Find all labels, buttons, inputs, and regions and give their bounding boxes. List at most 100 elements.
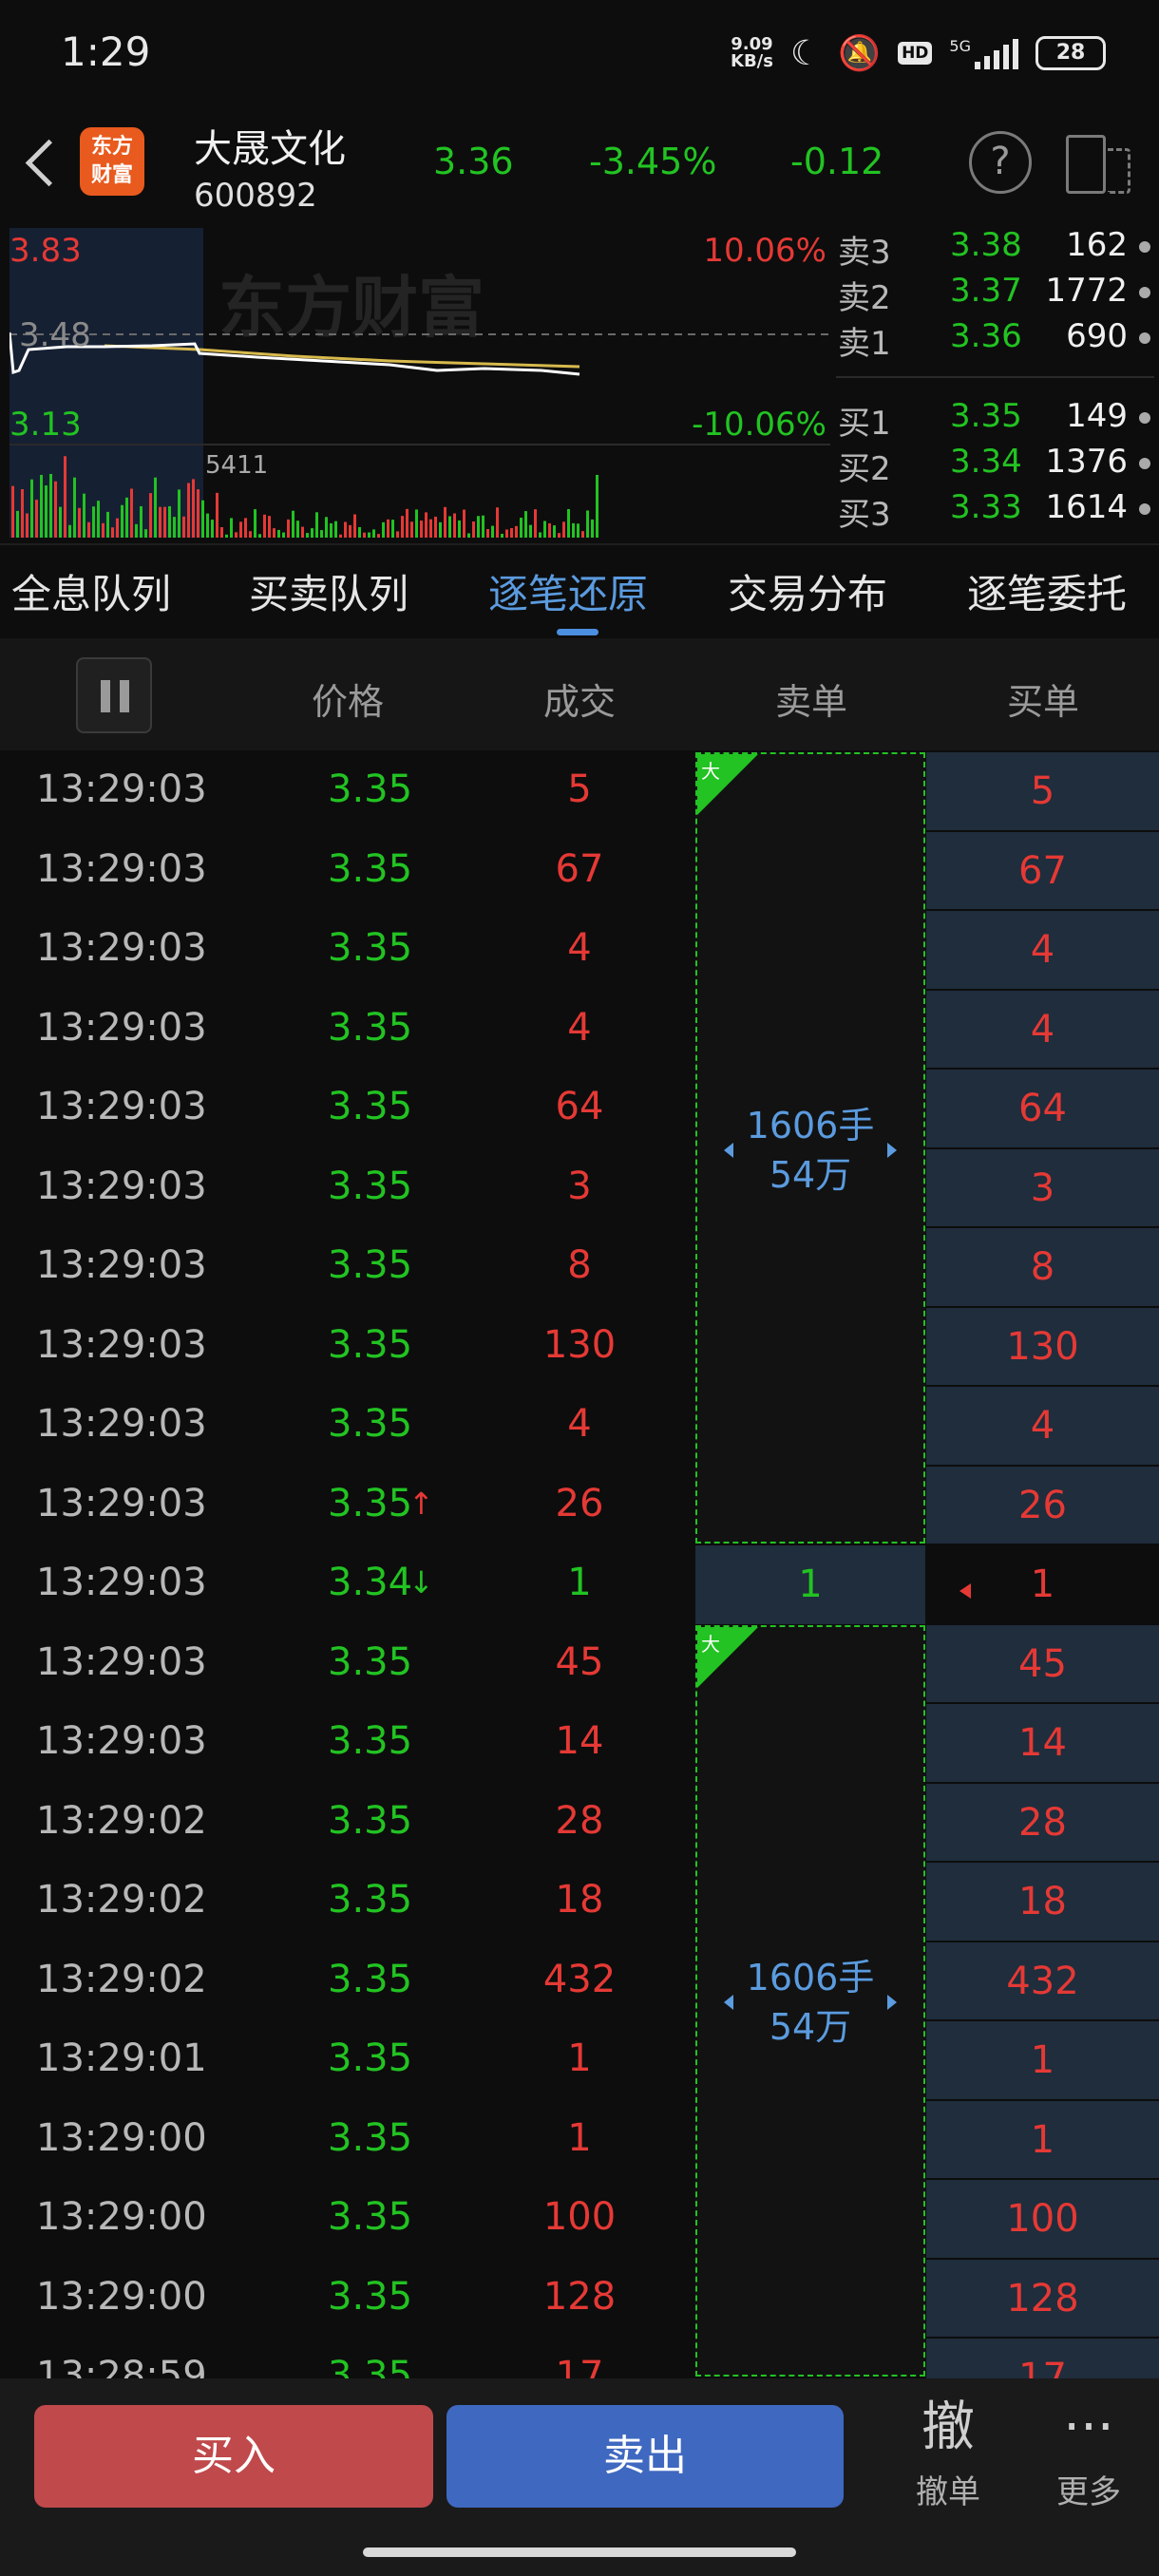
help-icon[interactable]: ?: [969, 131, 1032, 194]
buy-order-cell[interactable]: 4: [926, 1387, 1159, 1467]
sell-button[interactable]: 卖出: [446, 2405, 844, 2508]
volume-bar: [140, 505, 142, 538]
volume-bar: [434, 516, 437, 538]
volume-bar: [534, 509, 537, 538]
layout-switch-icon[interactable]: [1066, 131, 1132, 199]
buy-order-cell[interactable]: 100: [926, 2180, 1159, 2260]
volume-bar: [368, 532, 370, 538]
volume-bar: [472, 521, 475, 538]
trade-time: 13:29:03: [36, 846, 207, 891]
buy-order-cell[interactable]: 5: [926, 752, 1159, 832]
volume-bar: [263, 514, 266, 538]
buy-order-cell[interactable]: 1: [926, 2100, 1159, 2180]
volume-bar: [524, 511, 527, 538]
ask-row-2[interactable]: 卖2 3.37 1772: [836, 272, 1154, 317]
volume-bar: [287, 519, 290, 538]
arrow-right-icon[interactable]: [887, 1995, 897, 2011]
buy-order-cell[interactable]: 45: [926, 1624, 1159, 1704]
dot-icon: [1139, 503, 1150, 515]
arrow-left-icon[interactable]: [724, 1142, 733, 1158]
buy-order-cell[interactable]: 1: [926, 2021, 1159, 2101]
volume-bar: [567, 508, 570, 538]
trade-row: 13:29:03 3.35 130 130: [0, 1307, 1159, 1387]
trade-price: 3.35: [328, 1639, 413, 1684]
buy-order-cell[interactable]: 130: [926, 1307, 1159, 1387]
volume-bar: [520, 518, 522, 538]
volume-bar: [596, 475, 598, 538]
volume-bar: [458, 520, 461, 538]
trade-time: 13:29:03: [36, 1322, 207, 1367]
volume-bar: [491, 525, 494, 538]
trade-price: 3.35: [328, 1164, 413, 1208]
buy-button[interactable]: 买入: [34, 2405, 433, 2508]
tab-jiaoyi-fenbu[interactable]: 交易分布: [728, 562, 887, 620]
trade-time: 13:29:01: [36, 2036, 207, 2080]
tab-zhubi-weituo[interactable]: 逐笔委托: [967, 562, 1127, 620]
volume-bar: [396, 531, 399, 538]
ask-row-3[interactable]: 卖3 3.38 162: [836, 226, 1154, 272]
tab-maimai[interactable]: 买卖队列: [249, 562, 408, 620]
buy-order-cell[interactable]: 17: [926, 2339, 1159, 2378]
volume-bar: [87, 521, 90, 538]
tab-quanxi[interactable]: 全息队列: [11, 562, 171, 620]
buy-order-cell[interactable]: 4: [926, 911, 1159, 991]
trade-row: 13:29:00 3.35 1 1: [0, 2100, 1159, 2180]
pause-icon[interactable]: [76, 657, 152, 733]
buy-order-cell[interactable]: 67: [926, 831, 1159, 911]
buy-order-cell[interactable]: 4: [926, 990, 1159, 1070]
volume-bar: [154, 477, 157, 538]
home-indicator[interactable]: [363, 2548, 796, 2557]
trade-volume: 4: [567, 926, 592, 970]
dot-icon: [1139, 241, 1150, 253]
trade-list[interactable]: 13:29:03 3.35 5 5 13:29:03 3.35 67 67 13:29:03 3.…: [0, 752, 1159, 2378]
buy-order-cell[interactable]: 64: [926, 1070, 1159, 1149]
buy-order-cell[interactable]: 3: [926, 1148, 1159, 1228]
trade-row: 13:29:02 3.35 18 18: [0, 1863, 1159, 1942]
trade-volume: 1: [567, 2036, 592, 2080]
volume-bar: [277, 529, 280, 538]
tab-zhubi-huanyuan[interactable]: 逐笔还原: [488, 562, 648, 620]
trade-row: 13:29:03 3.35 4 4: [0, 1387, 1159, 1467]
volume-bar: [187, 483, 190, 538]
volume-bar: [45, 485, 48, 538]
col-buy: 买单: [1006, 681, 1079, 723]
volume-bar: [78, 507, 81, 538]
volume-bar: [59, 506, 62, 538]
buy-order-cell[interactable]: 432: [926, 1941, 1159, 2021]
volume-bar: [420, 521, 423, 538]
buy-order-cell[interactable]: 18: [926, 1863, 1159, 1942]
trade-time: 13:29:03: [36, 1243, 207, 1287]
more-button[interactable]: ··· 更多: [1032, 2394, 1146, 2512]
cancel-order-button[interactable]: 撤 撤单: [891, 2394, 1005, 2512]
volume-bar: [201, 500, 204, 538]
sell-order-block[interactable]: 大 1606手 54万: [695, 752, 925, 1544]
more-icon: ···: [1063, 2396, 1114, 2458]
buy-order-cell[interactable]: 8: [926, 1228, 1159, 1308]
buy-order-cell[interactable]: 28: [926, 1783, 1159, 1863]
trade-price: 3.35: [328, 767, 413, 811]
trade-row: 13:29:03 3.35 14 14: [0, 1704, 1159, 1784]
volume-bar: [49, 473, 52, 538]
sell-order-block[interactable]: 大 1606手 54万: [695, 1624, 925, 2377]
volume-bar: [401, 516, 404, 538]
bid-row-2[interactable]: 买2 3.34 1376: [836, 443, 1154, 488]
buy-order-cell[interactable]: 26: [926, 1466, 1159, 1545]
bid-row-1[interactable]: 买1 3.35 149: [836, 397, 1154, 443]
back-icon[interactable]: [23, 133, 61, 190]
volume-bar: [467, 533, 470, 538]
volume-bar: [121, 504, 124, 538]
arrow-left-icon[interactable]: [724, 1995, 733, 2011]
volume-bar: [282, 532, 285, 538]
arrow-right-icon[interactable]: [887, 1142, 897, 1158]
ask-row-1[interactable]: 卖1 3.36 690: [836, 317, 1154, 363]
bid-row-3[interactable]: 买3 3.33 1614: [836, 488, 1154, 534]
buy-order-cell[interactable]: 128: [926, 2259, 1159, 2339]
mini-chart[interactable]: 东方财富 3.83 3.48 3.13 10.06% -10.06% 5411: [8, 228, 830, 538]
volume-bar: [197, 489, 200, 538]
buy-order-cell[interactable]: 14: [926, 1704, 1159, 1784]
trade-price: 3.35: [328, 2036, 413, 2080]
volume-bar: [330, 522, 332, 538]
trade-row: 13:29:00 3.35 128 128: [0, 2259, 1159, 2339]
trade-volume: 1: [567, 2115, 592, 2160]
sell-order-cell[interactable]: 1: [695, 1545, 925, 1624]
